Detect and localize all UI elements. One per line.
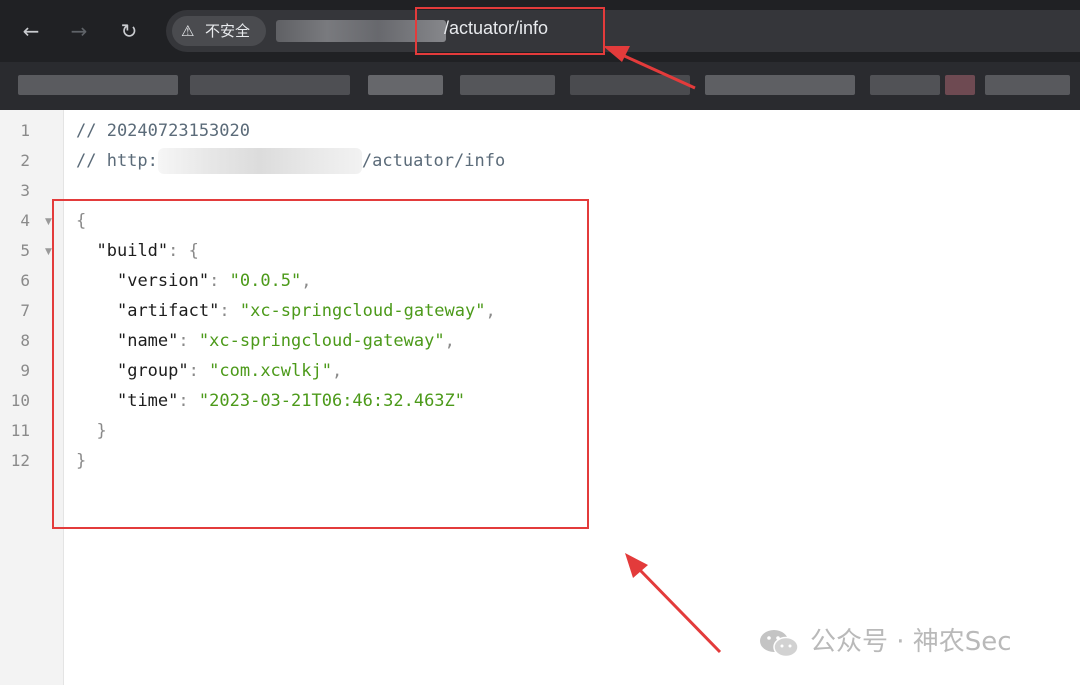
wechat-icon: [760, 630, 799, 658]
annotation-arrows: [603, 46, 722, 654]
arrow-to-url: [603, 46, 696, 90]
watermark-text: 公众号 · 神农Sec: [810, 627, 1012, 657]
arrow-to-json: [625, 553, 722, 654]
